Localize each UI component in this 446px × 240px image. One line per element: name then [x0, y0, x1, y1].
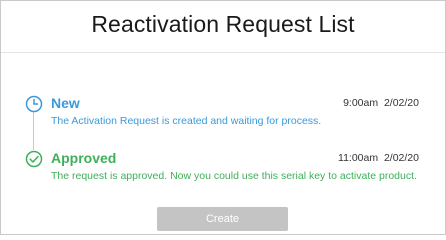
status-description-new: The Activation Request is created and wa… — [51, 115, 322, 127]
dialog-title: Reactivation Request List — [91, 11, 355, 37]
status-timestamp-new: 9:00am 2/02/20 — [343, 97, 419, 109]
check-circle-icon — [25, 150, 43, 168]
status-title-new: New — [51, 95, 80, 111]
create-button[interactable]: Create — [157, 207, 288, 231]
clock-icon — [25, 95, 43, 113]
timeline-connector — [33, 112, 34, 150]
status-time: 11:00am — [338, 152, 379, 164]
reactivation-request-dialog: Reactivation Request List New The Activa… — [0, 0, 446, 235]
status-time: 9:00am — [343, 97, 379, 109]
status-date: 2/02/20 — [383, 97, 419, 109]
status-title-approved: Approved — [51, 150, 117, 166]
status-description-approved: The request is approved. Now you could u… — [51, 170, 417, 182]
title-divider — [1, 52, 445, 53]
status-timestamp-approved: 11:00am 2/02/20 — [338, 152, 419, 164]
status-date: 2/02/20 — [383, 152, 419, 164]
